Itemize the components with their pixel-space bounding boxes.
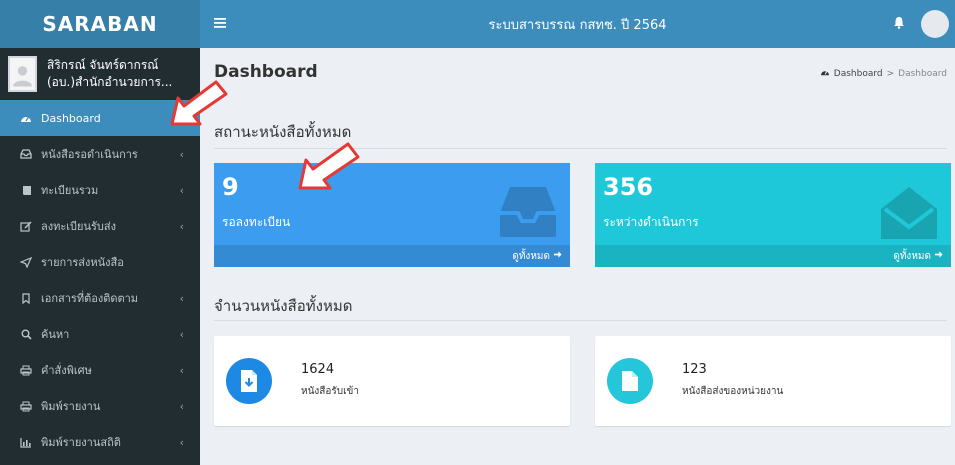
sidebar-item-label: พิมพ์รายงาน xyxy=(41,400,101,413)
sidebar-item-registry[interactable]: ทะเบียนรวม ‹ xyxy=(0,172,200,208)
user-avatar-menu[interactable] xyxy=(921,10,949,38)
app-title: ระบบสารบรรณ กสทช. ปี 2564 xyxy=(488,17,667,33)
annotation-arrow-icon xyxy=(298,142,360,190)
sidebar-item-label: คำสั่งพิเศษ xyxy=(41,364,92,377)
send-icon xyxy=(17,256,35,268)
sidebar-item-special-orders[interactable]: คำสั่งพิเศษ ‹ xyxy=(0,352,200,388)
sidebar-menu: Dashboard หนังสือรอดำเนินการ ‹ ทะเบียนรว… xyxy=(0,100,200,460)
user-avatar xyxy=(8,56,37,92)
notification-bell-icon[interactable] xyxy=(893,16,905,33)
sidebar-item-label: เอกสารที่ต้องติดตาม xyxy=(41,292,139,305)
chevron-left-icon: ‹ xyxy=(179,399,184,413)
pending-registration-label: รอลงทะเบียน xyxy=(222,215,291,229)
sidebar-item-search[interactable]: ค้นหา ‹ xyxy=(0,316,200,352)
print-icon xyxy=(17,401,35,412)
outgoing-docs-count: 123 xyxy=(682,362,707,377)
view-all-link: ดูทั้งหมด xyxy=(893,250,931,262)
section-divider xyxy=(214,320,947,321)
sidebar-item-print-statistics[interactable]: พิมพ์รายงานสถิติ ‹ xyxy=(0,424,200,460)
chevron-left-icon: ‹ xyxy=(179,327,184,341)
annotation-arrow-icon xyxy=(170,80,228,126)
chevron-left-icon: ‹ xyxy=(179,291,184,305)
outgoing-docs-icon-circle xyxy=(607,358,653,404)
incoming-docs-label: หนังสือรับเข้า xyxy=(301,386,360,397)
sidebar-item-label: Dashboard xyxy=(41,111,101,125)
chevron-left-icon: ‹ xyxy=(179,363,184,377)
sidebar-item-label: หนังสือรอดำเนินการ xyxy=(41,148,138,161)
incoming-docs-box: 1624 หนังสือรับเข้า xyxy=(214,336,570,426)
file-download-icon xyxy=(241,370,257,392)
sidebar-item-label: รายการส่งหนังสือ xyxy=(41,256,124,269)
in-progress-box: 356 ระหว่างดำเนินการ ดูทั้งหมด xyxy=(595,163,951,267)
sidebar-item-register-send-receive[interactable]: ลงทะเบียนรับส่ง ‹ xyxy=(0,208,200,244)
incoming-docs-icon-circle xyxy=(226,358,272,404)
view-all-link: ดูทั้งหมด xyxy=(512,250,550,262)
pending-registration-count: 9 xyxy=(222,173,239,201)
chevron-left-icon: ‹ xyxy=(179,183,184,197)
chevron-left-icon: ‹ xyxy=(179,219,184,233)
in-progress-view-all[interactable]: ดูทั้งหมด xyxy=(595,245,951,267)
sidebar-item-tracked-docs[interactable]: เอกสารที่ต้องติดตาม ‹ xyxy=(0,280,200,316)
dashboard-icon xyxy=(17,113,35,123)
sidebar-item-label: ทะเบียนรวม xyxy=(41,184,99,197)
outgoing-docs-box: 123 หนังสือส่งของหน่วยงาน xyxy=(595,336,951,426)
sidebar-item-label: พิมพ์รายงานสถิติ xyxy=(41,436,121,449)
search-icon xyxy=(17,329,35,340)
in-progress-count: 356 xyxy=(603,173,654,201)
file-icon xyxy=(622,371,638,391)
chevron-left-icon: ‹ xyxy=(179,147,184,161)
top-navbar: ระบบสารบรรณ กสทช. ปี 2564 xyxy=(200,0,955,48)
chevron-left-icon: ‹ xyxy=(179,435,184,449)
envelope-open-icon xyxy=(881,187,937,239)
app-logo[interactable]: SARABAN xyxy=(0,0,200,48)
breadcrumb-home-link[interactable]: Dashboard xyxy=(834,69,883,79)
pending-registration-view-all[interactable]: ดูทั้งหมด xyxy=(214,245,570,267)
bar-chart-icon xyxy=(17,437,35,448)
incoming-docs-count: 1624 xyxy=(301,362,335,377)
arrow-circle-right-icon xyxy=(934,250,943,262)
user-name: สิริกรณ์ จันทร์ดากรณ์ xyxy=(47,58,159,72)
arrow-circle-right-icon xyxy=(553,250,562,262)
breadcrumb: Dashboard > Dashboard xyxy=(820,68,947,79)
in-progress-label: ระหว่างดำเนินการ xyxy=(603,215,699,229)
app-logo-text: SARABAN xyxy=(42,12,158,36)
sidebar-item-print-report[interactable]: พิมพ์รายงาน ‹ xyxy=(0,388,200,424)
sidebar: SARABAN สิริกรณ์ จันทร์ดากรณ์ (อบ.)สำนัก… xyxy=(0,0,200,465)
inbox-icon xyxy=(17,149,35,159)
sidebar-item-label: ค้นหา xyxy=(41,328,70,341)
user-silhouette-icon xyxy=(13,66,32,87)
bookmark-icon xyxy=(17,292,35,304)
main-content: Dashboard Dashboard > Dashboard สถานะหนั… xyxy=(200,48,955,465)
book-icon xyxy=(17,185,35,196)
sidebar-item-label: ลงทะเบียนรับส่ง xyxy=(41,220,116,233)
breadcrumb-current: Dashboard xyxy=(898,68,947,79)
breadcrumb-separator: > xyxy=(886,68,895,79)
dashboard-icon xyxy=(820,68,830,79)
outgoing-docs-label: หนังสือส่งของหน่วยงาน xyxy=(682,386,784,397)
edit-icon xyxy=(17,220,35,232)
count-section-title: จำนวนหนังสือทั้งหมด xyxy=(214,297,353,315)
print-icon xyxy=(17,365,35,376)
inbox-tray-icon xyxy=(500,187,556,237)
pending-registration-box: 9 รอลงทะเบียน ดูทั้งหมด xyxy=(214,163,570,267)
sidebar-item-pending-docs[interactable]: หนังสือรอดำเนินการ ‹ xyxy=(0,136,200,172)
sidebar-item-sent-list[interactable]: รายการส่งหนังสือ xyxy=(0,244,200,280)
